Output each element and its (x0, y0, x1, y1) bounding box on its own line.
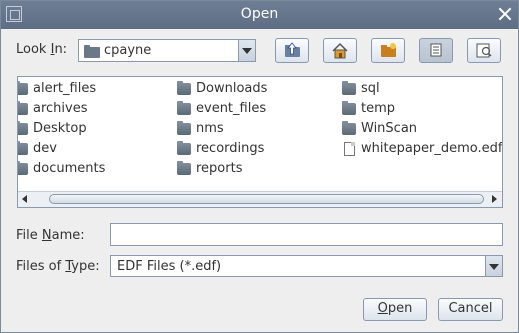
home-icon (332, 42, 348, 59)
chevron-down-icon[interactable] (485, 256, 502, 276)
folder-icon (18, 161, 28, 175)
look-in-value: cpayne (104, 43, 152, 58)
cancel-button[interactable]: Cancel (438, 298, 503, 321)
folder-icon (177, 101, 191, 115)
list-icon (430, 43, 442, 57)
file-name: recordings (196, 141, 265, 156)
scroll-right-icon[interactable] (487, 192, 502, 207)
document-icon (344, 142, 355, 156)
scroll-thumb[interactable] (49, 194, 484, 204)
title-bar[interactable]: Open (1, 1, 518, 29)
file-name: nms (196, 121, 224, 136)
folder-up-icon (285, 42, 300, 57)
folder-icon (342, 101, 356, 115)
folder-icon (177, 161, 191, 175)
look-in-label: Look In: (16, 42, 68, 57)
folder-icon (342, 121, 356, 135)
details-view-button[interactable] (467, 38, 501, 63)
file-name: alert_files (33, 81, 97, 96)
open-dialog: Open Look In: cpayne alert_files archives… (0, 0, 519, 333)
new-folder-icon (381, 43, 396, 57)
folder-icon (84, 45, 100, 58)
folder-icon (177, 121, 191, 135)
file-name: event_files (196, 101, 267, 116)
folder-icon (18, 101, 28, 115)
up-one-level-button[interactable] (275, 38, 309, 63)
file-name: WinScan (361, 121, 418, 136)
new-folder-button[interactable] (371, 38, 405, 63)
file-name: dev (33, 141, 57, 156)
file-name: sql (361, 81, 380, 96)
horizontal-scrollbar[interactable] (18, 191, 502, 207)
folder-icon (18, 81, 28, 95)
file-name: documents (33, 161, 106, 176)
open-button[interactable]: Open (363, 298, 427, 321)
file-list[interactable]: alert_files archives Desktop dev documents Do… (17, 76, 503, 208)
scroll-left-icon[interactable] (18, 192, 33, 207)
chevron-down-icon[interactable] (238, 40, 255, 61)
file-name: archives (33, 101, 88, 116)
file-name: Downloads (196, 81, 268, 96)
folder-icon (18, 141, 28, 155)
folder-icon (177, 141, 191, 155)
file-name: reports (196, 161, 243, 176)
file-name: whitepaper_demo.edf (361, 141, 503, 156)
details-icon (476, 43, 492, 58)
folder-icon (18, 121, 28, 135)
file-type-value: EDF Files (*.edf) (117, 259, 222, 274)
close-icon[interactable] (498, 7, 512, 21)
folder-icon (342, 81, 356, 95)
window-title: Open (240, 6, 279, 22)
file-type-combo[interactable]: EDF Files (*.edf) (110, 255, 503, 277)
list-view-button[interactable] (419, 38, 453, 63)
file-type-label: Files of Type: (16, 259, 100, 274)
file-name-input[interactable] (110, 223, 503, 246)
home-button[interactable] (323, 38, 357, 63)
file-name-label: File Name: (16, 228, 85, 243)
look-in-combo[interactable]: cpayne (78, 39, 256, 62)
file-name: Desktop (33, 121, 87, 136)
file-name: temp (361, 101, 396, 116)
folder-icon (177, 81, 191, 95)
